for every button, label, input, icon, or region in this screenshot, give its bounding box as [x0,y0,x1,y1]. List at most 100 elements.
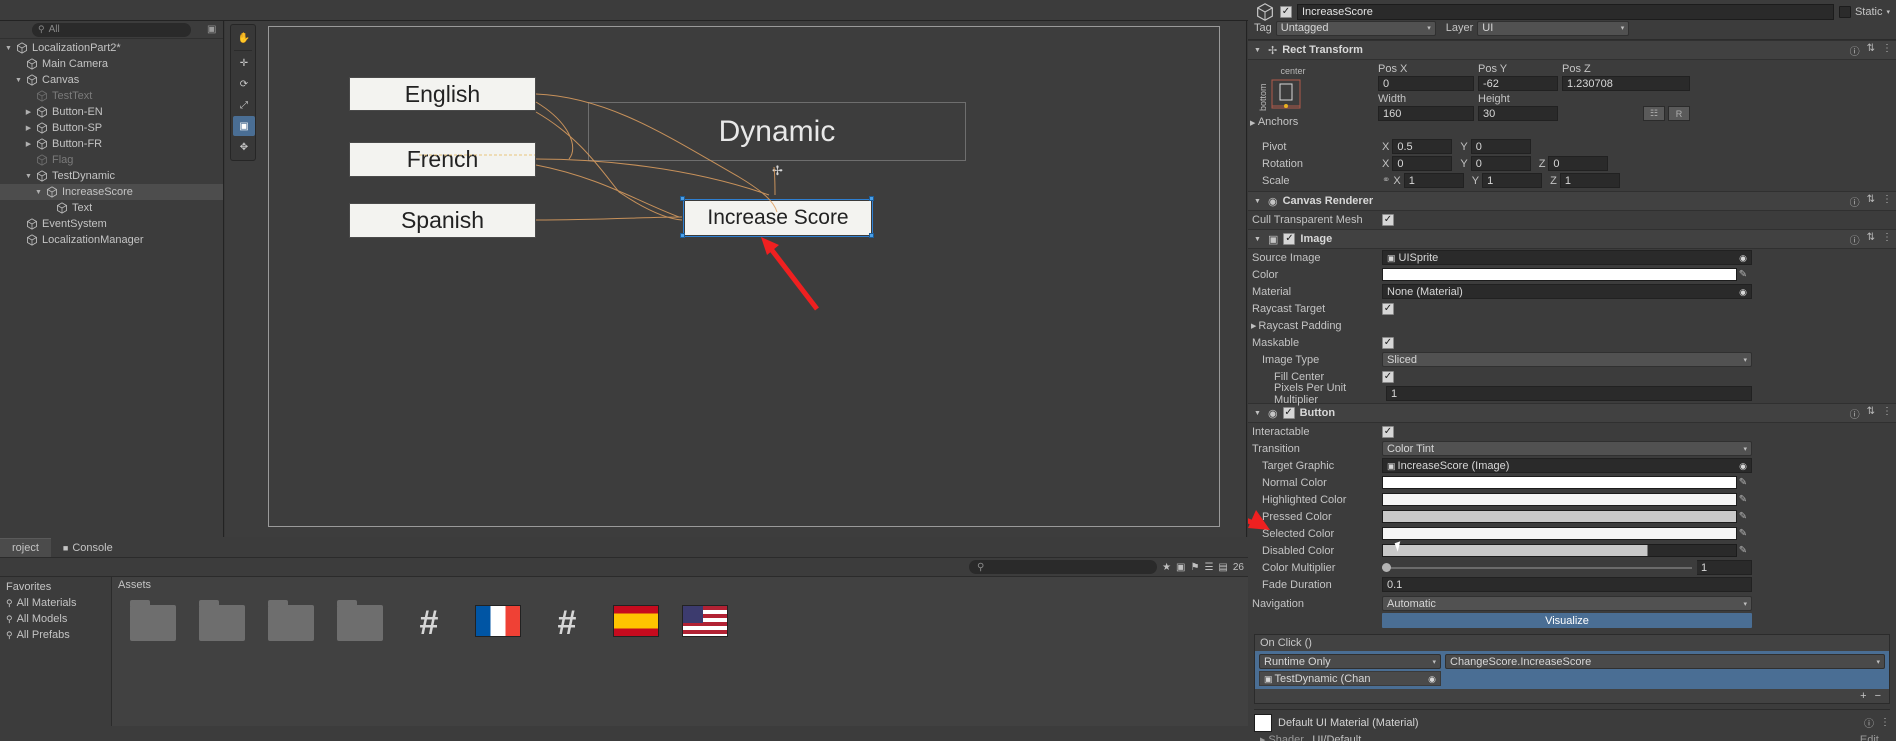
rect-tool[interactable]: ▣ [233,116,255,136]
object-enabled-checkbox[interactable]: ✓ [1280,5,1292,18]
layer-dropdown[interactable]: UI ▾ [1477,20,1630,36]
asset-folder-2[interactable] [195,600,249,641]
scene-view[interactable]: English French Spanish Dynamic ✢ Increas… [225,21,1247,537]
tab-console[interactable]: ■ Console [50,538,125,557]
asset-script-sharp-1[interactable]: # [402,605,456,641]
scene-dynamic-panel[interactable]: Dynamic [588,102,966,161]
selection-handle-bl[interactable] [680,233,685,238]
color-multiplier-field[interactable]: 1 [1697,560,1752,575]
image-color-swatch[interactable] [1382,268,1737,281]
fade-duration-field[interactable]: 0.1 [1382,577,1752,592]
rotation-z-field[interactable]: 0 [1548,156,1609,171]
foldout-arrow-icon[interactable]: ▶ [22,136,35,152]
help-icon[interactable]: ⓘ [1850,232,1860,247]
scene-button-increase-score[interactable]: Increase Score [684,200,872,236]
asset-flag-spain[interactable] [609,605,663,637]
hierarchy-item-eventsystem[interactable]: EventSystem [0,216,223,232]
raycast-target-checkbox[interactable]: ✓ [1382,302,1394,315]
selection-handle-tr[interactable] [869,196,874,201]
object-picker-icon[interactable]: ◉ [1739,459,1747,473]
pixels-per-unit-field[interactable]: 1 [1386,386,1752,401]
scale-z-field[interactable]: 1 [1559,173,1620,188]
preset-icon[interactable]: ⇅ [1867,43,1875,58]
slider-knob[interactable] [1382,562,1391,572]
foldout-arrow-icon[interactable]: ▶ [1260,736,1265,741]
image-enabled-checkbox[interactable]: ✓ [1283,233,1296,245]
target-graphic-objectfield[interactable]: ▣ IncreaseScore (Image) ◉ [1382,458,1752,473]
more-menu-icon[interactable]: ⋮ [1882,406,1892,421]
help-icon[interactable]: ⓘ [1850,43,1860,58]
navigation-dropdown[interactable]: Automatic ▾ [1382,596,1752,611]
filter-favorite-icon[interactable]: ★ [1162,562,1171,573]
maskable-checkbox[interactable]: ✓ [1382,336,1394,349]
image-type-dropdown[interactable]: Sliced ▾ [1382,352,1752,367]
pos-z-field[interactable]: 1.230708 [1562,76,1690,91]
eyedropper-icon[interactable]: ✎ [1737,269,1749,280]
highlighted-color-swatch[interactable] [1382,493,1737,506]
anchors-foldout[interactable]: ▶ Anchors [1250,116,1298,128]
hierarchy-options-icon[interactable]: ▣ [207,24,219,36]
cull-transparent-mesh-checkbox[interactable]: ✓ [1382,213,1394,226]
foldout-arrow-icon[interactable]: ▼ [1252,47,1263,54]
asset-folder-1[interactable] [126,600,180,641]
color-multiplier-slider[interactable] [1382,560,1692,575]
hierarchy-item-testtext[interactable]: TestText [0,88,223,104]
on-click-runtime-dropdown[interactable]: Runtime Only ▾ [1259,654,1441,669]
hierarchy-item-button-sp[interactable]: ▶ Button-SP [0,120,223,136]
foldout-arrow-icon[interactable]: ▼ [1252,236,1263,243]
rotation-y-field[interactable]: 0 [1470,156,1531,171]
source-image-objectfield[interactable]: ▣ UISprite ◉ [1382,250,1752,265]
foldout-arrow-icon[interactable]: ▼ [12,72,25,88]
hierarchy-item-increasescore[interactable]: ▼ IncreaseScore [0,184,223,200]
help-icon[interactable]: ⓘ [1850,194,1860,209]
move-tool[interactable]: ✛ [233,53,255,73]
asset-script-sharp-2[interactable]: # [540,605,594,641]
filter-label-icon[interactable]: ⚑ [1190,562,1199,573]
remove-event-button[interactable]: − [1875,690,1881,702]
selected-color-swatch[interactable] [1382,527,1737,540]
preset-icon[interactable]: ⇅ [1867,232,1875,247]
filter-type-icon[interactable]: ▣ [1176,562,1185,573]
disabled-color-swatch[interactable] [1382,544,1737,557]
hierarchy-item-localizationpart2[interactable]: ▼ LocalizationPart2* [0,40,223,56]
image-component-header[interactable]: ▼ ▣ ✓ Image ⓘ ⇅ ⋮ [1248,229,1896,249]
object-picker-icon[interactable]: ◉ [1739,285,1747,299]
height-field[interactable]: 30 [1478,106,1558,121]
hierarchy-item-text[interactable]: Text [0,200,223,216]
eyedropper-icon[interactable]: ✎ [1737,511,1749,522]
scale-x-field[interactable]: 1 [1403,173,1464,188]
scene-canvas[interactable]: English French Spanish Dynamic ✢ Increas… [268,26,1220,527]
anchor-preset-widget[interactable]: center bottom [1258,66,1328,112]
eyedropper-icon[interactable]: ✎ [1737,494,1749,505]
scale-y-field[interactable]: 1 [1482,173,1543,188]
hierarchy-item-button-fr[interactable]: ▶ Button-FR [0,136,223,152]
more-menu-icon[interactable]: ⋮ [1882,43,1892,58]
hierarchy-item-canvas[interactable]: ▼ Canvas [0,72,223,88]
transition-dropdown[interactable]: Color Tint ▾ [1382,441,1752,456]
hierarchy-item-localizationmanager[interactable]: LocalizationManager [0,232,223,248]
object-name-field[interactable]: IncreaseScore [1297,3,1834,20]
image-material-objectfield[interactable]: None (Material) ◉ [1382,284,1752,299]
favorite-item-all-prefabs[interactable]: ⚲ All Prefabs [0,627,111,643]
hierarchy-item-testdynamic[interactable]: ▼ TestDynamic [0,168,223,184]
canvas-renderer-header[interactable]: ▼ ◉ Canvas Renderer ⓘ ⇅ ⋮ [1248,191,1896,211]
more-menu-icon[interactable]: ⋮ [1880,717,1890,728]
link-scale-icon[interactable]: ⚭ [1382,175,1390,186]
visualize-button[interactable]: Visualize [1382,613,1752,628]
more-menu-icon[interactable]: ⋮ [1882,194,1892,209]
hierarchy-item-button-en[interactable]: ▶ Button-EN [0,104,223,120]
rect-transform-header[interactable]: ▼ ✢ Rect Transform ⓘ ⇅ ⋮ [1248,40,1896,60]
static-checkbox[interactable] [1838,5,1851,18]
preset-icon[interactable]: ⇅ [1867,194,1875,209]
width-field[interactable]: 160 [1378,106,1474,121]
foldout-arrow-icon[interactable]: ▼ [22,168,35,184]
raw-edit-button[interactable]: R [1668,106,1690,121]
selection-handle-br[interactable] [869,233,874,238]
scale-tool[interactable]: ⤢ [233,95,255,115]
zoom-slider-icon[interactable]: ▤ [1218,562,1227,573]
chevron-down-icon[interactable]: ▾ [1886,8,1890,16]
foldout-arrow-icon[interactable]: ▶ [22,104,35,120]
pos-y-field[interactable]: -62 [1478,76,1558,91]
help-icon[interactable]: ⓘ [1864,715,1874,730]
hierarchy-search-input[interactable]: ⚲ All [32,22,191,37]
